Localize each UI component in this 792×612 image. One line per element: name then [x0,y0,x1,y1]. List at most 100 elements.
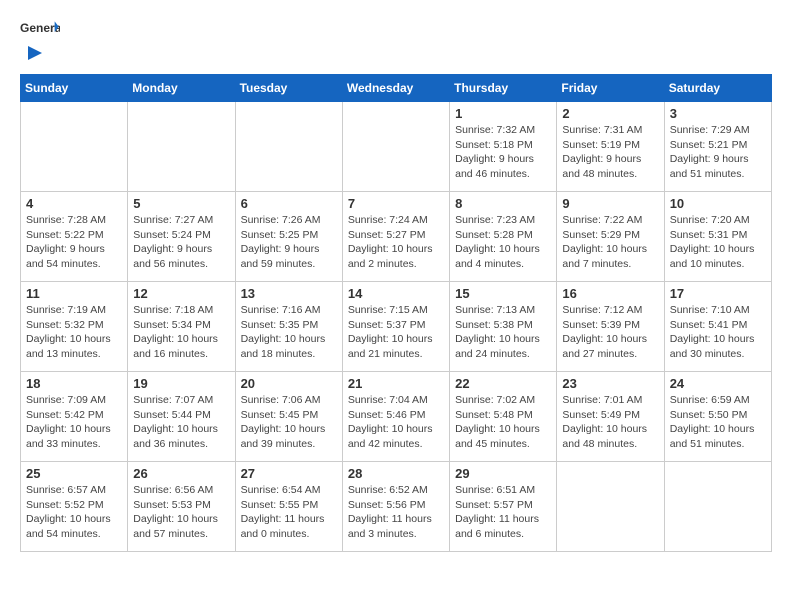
cell-date-number: 14 [348,286,444,301]
cell-info: Sunrise: 7:07 AMSunset: 5:44 PMDaylight:… [133,393,229,452]
cell-info: Sunrise: 7:20 AMSunset: 5:31 PMDaylight:… [670,213,766,272]
cell-date-number: 10 [670,196,766,211]
cell-info: Sunrise: 7:24 AMSunset: 5:27 PMDaylight:… [348,213,444,272]
cell-date-number: 25 [26,466,122,481]
cell-info: Sunrise: 7:04 AMSunset: 5:46 PMDaylight:… [348,393,444,452]
calendar-cell: 7 Sunrise: 7:24 AMSunset: 5:27 PMDaylight… [342,192,449,282]
calendar-cell: 22 Sunrise: 7:02 AMSunset: 5:48 PMDayligh… [450,372,557,462]
cell-date-number: 29 [455,466,551,481]
cell-date-number: 17 [670,286,766,301]
day-header-friday: Friday [557,75,664,102]
cell-date-number: 24 [670,376,766,391]
cell-info: Sunrise: 7:27 AMSunset: 5:24 PMDaylight:… [133,213,229,272]
calendar-cell: 19 Sunrise: 7:07 AMSunset: 5:44 PMDayligh… [128,372,235,462]
calendar-cell [664,462,771,552]
cell-info: Sunrise: 7:29 AMSunset: 5:21 PMDaylight:… [670,123,766,182]
calendar-cell: 5Sunrise: 7:27 AMSunset: 5:24 PMDaylight… [128,192,235,282]
calendar-week-1: 1Sunrise: 7:32 AMSunset: 5:18 PMDaylight… [21,102,772,192]
calendar-cell: 8 Sunrise: 7:23 AMSunset: 5:28 PMDaylight… [450,192,557,282]
calendar-cell: 12 Sunrise: 7:18 AMSunset: 5:34 PMDayligh… [128,282,235,372]
day-header-tuesday: Tuesday [235,75,342,102]
cell-date-number: 18 [26,376,122,391]
cell-info: Sunrise: 6:52 AMSunset: 5:56 PMDaylight:… [348,483,444,542]
calendar-cell [342,102,449,192]
cell-date-number: 23 [562,376,658,391]
cell-date-number: 2 [562,106,658,121]
cell-info: Sunrise: 7:23 AMSunset: 5:28 PMDaylight:… [455,213,551,272]
calendar-cell: 3 Sunrise: 7:29 AMSunset: 5:21 PMDaylight… [664,102,771,192]
cell-info: Sunrise: 6:51 AMSunset: 5:57 PMDaylight:… [455,483,551,542]
cell-date-number: 13 [241,286,337,301]
cell-date-number: 8 [455,196,551,211]
cell-date-number: 4 [26,196,122,211]
cell-date-number: 15 [455,286,551,301]
svg-text:General: General [20,21,60,35]
cell-date-number: 12 [133,286,229,301]
cell-info: Sunrise: 7:09 AMSunset: 5:42 PMDaylight:… [26,393,122,452]
cell-info: Sunrise: 7:13 AMSunset: 5:38 PMDaylight:… [455,303,551,362]
calendar-cell: 9 Sunrise: 7:22 AMSunset: 5:29 PMDaylight… [557,192,664,282]
cell-info: Sunrise: 7:19 AMSunset: 5:32 PMDaylight:… [26,303,122,362]
calendar-header: SundayMondayTuesdayWednesdayThursdayFrid… [21,75,772,102]
calendar-cell: 18 Sunrise: 7:09 AMSunset: 5:42 PMDayligh… [21,372,128,462]
calendar-cell [21,102,128,192]
calendar-cell: 2 Sunrise: 7:31 AMSunset: 5:19 PMDaylight… [557,102,664,192]
cell-date-number: 28 [348,466,444,481]
days-of-week-row: SundayMondayTuesdayWednesdayThursdayFrid… [21,75,772,102]
calendar-cell: 26 Sunrise: 6:56 AMSunset: 5:53 PMDayligh… [128,462,235,552]
cell-date-number: 26 [133,466,229,481]
calendar-week-4: 18 Sunrise: 7:09 AMSunset: 5:42 PMDayligh… [21,372,772,462]
cell-info: Sunrise: 6:59 AMSunset: 5:50 PMDaylight:… [670,393,766,452]
calendar-week-2: 4 Sunrise: 7:28 AMSunset: 5:22 PMDaylight… [21,192,772,282]
cell-info: Sunrise: 6:54 AMSunset: 5:55 PMDaylight:… [241,483,337,542]
calendar-cell: 27 Sunrise: 6:54 AMSunset: 5:55 PMDayligh… [235,462,342,552]
day-header-monday: Monday [128,75,235,102]
cell-date-number: 7 [348,196,444,211]
cell-date-number: 27 [241,466,337,481]
calendar-cell: 14 Sunrise: 7:15 AMSunset: 5:37 PMDayligh… [342,282,449,372]
calendar-cell: 23 Sunrise: 7:01 AMSunset: 5:49 PMDayligh… [557,372,664,462]
calendar-cell: 17Sunrise: 7:10 AMSunset: 5:41 PMDayligh… [664,282,771,372]
cell-info: Sunrise: 7:15 AMSunset: 5:37 PMDaylight:… [348,303,444,362]
calendar-cell [557,462,664,552]
day-header-sunday: Sunday [21,75,128,102]
day-header-saturday: Saturday [664,75,771,102]
cell-date-number: 19 [133,376,229,391]
calendar-week-3: 11 Sunrise: 7:19 AMSunset: 5:32 PMDayligh… [21,282,772,372]
calendar-cell: 15 Sunrise: 7:13 AMSunset: 5:38 PMDayligh… [450,282,557,372]
cell-info: Sunrise: 7:12 AMSunset: 5:39 PMDaylight:… [562,303,658,362]
calendar-cell: 1Sunrise: 7:32 AMSunset: 5:18 PMDaylight… [450,102,557,192]
logo-svg: General [20,20,60,40]
cell-info: Sunrise: 7:31 AMSunset: 5:19 PMDaylight:… [562,123,658,182]
calendar-table: SundayMondayTuesdayWednesdayThursdayFrid… [20,74,772,552]
cell-info: Sunrise: 7:06 AMSunset: 5:45 PMDaylight:… [241,393,337,452]
cell-date-number: 22 [455,376,551,391]
logo-icon [22,42,44,64]
cell-date-number: 3 [670,106,766,121]
calendar-cell [235,102,342,192]
cell-date-number: 20 [241,376,337,391]
cell-info: Sunrise: 7:28 AMSunset: 5:22 PMDaylight:… [26,213,122,272]
cell-date-number: 16 [562,286,658,301]
calendar-cell [128,102,235,192]
calendar-cell: 29 Sunrise: 6:51 AMSunset: 5:57 PMDayligh… [450,462,557,552]
cell-date-number: 11 [26,286,122,301]
calendar-cell: 21 Sunrise: 7:04 AMSunset: 5:46 PMDayligh… [342,372,449,462]
calendar-body: 1Sunrise: 7:32 AMSunset: 5:18 PMDaylight… [21,102,772,552]
calendar-cell: 13Sunrise: 7:16 AMSunset: 5:35 PMDayligh… [235,282,342,372]
cell-date-number: 9 [562,196,658,211]
calendar-cell: 4 Sunrise: 7:28 AMSunset: 5:22 PMDaylight… [21,192,128,282]
day-header-thursday: Thursday [450,75,557,102]
calendar-cell: 28 Sunrise: 6:52 AMSunset: 5:56 PMDayligh… [342,462,449,552]
cell-info: Sunrise: 7:02 AMSunset: 5:48 PMDaylight:… [455,393,551,452]
cell-info: Sunrise: 7:22 AMSunset: 5:29 PMDaylight:… [562,213,658,272]
cell-info: Sunrise: 7:01 AMSunset: 5:49 PMDaylight:… [562,393,658,452]
calendar-cell: 20 Sunrise: 7:06 AMSunset: 5:45 PMDayligh… [235,372,342,462]
cell-info: Sunrise: 7:18 AMSunset: 5:34 PMDaylight:… [133,303,229,362]
cell-info: Sunrise: 7:32 AMSunset: 5:18 PMDaylight:… [455,123,551,182]
cell-date-number: 21 [348,376,444,391]
calendar-cell: 11 Sunrise: 7:19 AMSunset: 5:32 PMDayligh… [21,282,128,372]
calendar-cell: 24 Sunrise: 6:59 AMSunset: 5:50 PMDayligh… [664,372,771,462]
cell-info: Sunrise: 6:56 AMSunset: 5:53 PMDaylight:… [133,483,229,542]
calendar-cell: 16 Sunrise: 7:12 AMSunset: 5:39 PMDayligh… [557,282,664,372]
